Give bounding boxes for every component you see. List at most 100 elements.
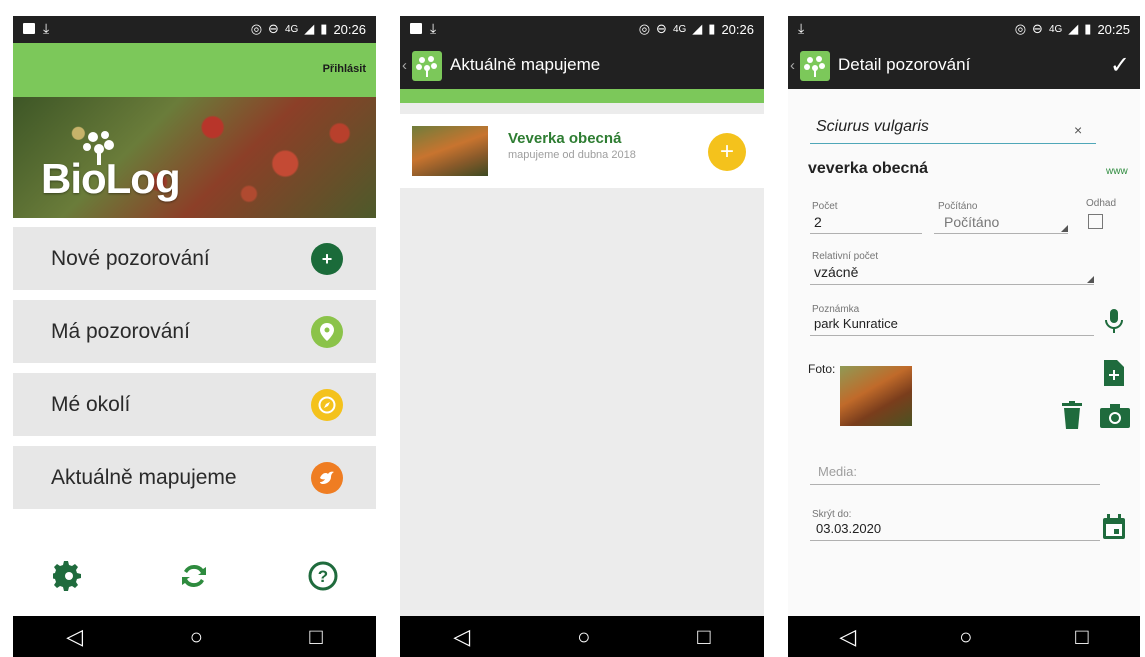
status-bar: ⤓ ◎ ⊖ 4G ◢ ▮ 20:26 [400,16,764,43]
squirrel-photo[interactable] [840,366,912,426]
status-bar: ⤓ ◎ ⊖ 4G ◢ ▮ 20:25 [788,16,1140,43]
microphone-icon[interactable] [1104,308,1124,339]
photo-label: Foto: [808,362,836,376]
compass-icon [311,389,343,421]
sync-icon[interactable] [174,556,214,596]
menu-my-surroundings[interactable]: Mé okolí [13,373,376,436]
battery-icon: ▮ [1084,21,1092,36]
back-icon[interactable]: ◁ [839,625,856,648]
svg-text:?: ? [318,567,328,586]
bottom-actions: ? [13,556,376,596]
battery-icon: ▮ [708,21,716,36]
list-item[interactable]: Veverka obecná mapujeme od dubna 2018 + [400,114,764,188]
logo-text: BioLog [41,155,181,202]
back-chevron-icon[interactable]: ‹ [790,57,795,74]
help-icon[interactable]: ? [303,556,343,596]
squirrel-thumbnail [412,126,488,176]
menu-label: Mé okolí [51,393,131,416]
relative-underline [810,284,1094,285]
signal-icon: ◢ [692,21,703,36]
android-nav-bar: ◁ ○ □ [13,616,376,657]
top-bar: Přihlásit [13,43,376,97]
hide-until-input[interactable]: 03.03.2020 [816,521,881,536]
common-name: veverka obecná [808,160,929,177]
screen-title: Detail pozorování [838,55,971,74]
back-icon[interactable]: ◁ [66,625,83,648]
image-notification-icon [23,22,35,34]
back-icon[interactable]: ◁ [453,625,470,648]
network-type: 4G [284,23,299,35]
menu-label: Má pozorování [51,320,190,343]
clock: 20:26 [721,21,754,37]
media-input[interactable]: Media: [818,464,857,479]
clear-icon[interactable]: × [1074,122,1082,138]
dnd-icon: ⊖ [1032,21,1043,36]
dropdown-arrow-icon [1087,276,1094,283]
screen-currently-mapping: ⤓ ◎ ⊖ 4G ◢ ▮ 20:26 ‹ Aktuálně mapujeme V… [400,16,764,657]
signal-icon: ◢ [304,21,315,36]
note-label: Poznámka [812,304,860,315]
battery-icon: ▮ [320,21,328,36]
biolog-app-icon[interactable] [412,51,442,81]
biolog-app-icon[interactable] [800,51,830,81]
recents-icon[interactable]: □ [1075,625,1088,648]
plus-icon: + [311,243,343,275]
home-icon[interactable]: ○ [190,625,203,648]
recents-icon[interactable]: □ [697,625,710,648]
hero-banner: BioLog [13,97,376,218]
note-input[interactable]: park Kunratice [814,316,898,331]
download-icon: ⤓ [43,20,50,36]
counted-label: Počítáno [938,201,978,212]
screen-home: ⤓ ◎ ⊖ 4G ◢ ▮ 20:26 Přihlásit BioLog Nové… [13,16,376,657]
app-toolbar: ‹ Aktuálně mapujeme [400,43,764,89]
add-file-icon[interactable] [1104,360,1124,391]
android-nav-bar: ◁ ○ □ [400,616,764,657]
network-type: 4G [672,23,687,35]
species-input[interactable]: Sciurus vulgaris [816,118,929,136]
bird-icon [311,462,343,494]
login-button[interactable]: Přihlásit [323,63,366,75]
green-strip [400,89,764,103]
home-icon[interactable]: ○ [959,625,972,648]
species-name: Veverka obecná [508,130,622,147]
clock: 20:25 [1097,21,1130,37]
signal-icon: ◢ [1068,21,1079,36]
image-notification-icon [410,22,422,34]
dropdown-arrow-icon [1061,225,1068,232]
clock: 20:26 [333,21,366,37]
screen-title: Aktuálně mapujeme [450,55,601,74]
count-input[interactable]: 2 [814,214,822,230]
hotspot-icon: ◎ [1014,21,1027,36]
dnd-icon: ⊖ [656,21,667,36]
android-nav-bar: ◁ ○ □ [788,616,1140,657]
counted-select[interactable]: Počítáno [944,214,999,230]
species-subtitle: mapujeme od dubna 2018 [508,149,636,161]
network-type: 4G [1048,23,1063,35]
map-pin-icon [311,316,343,348]
count-underline [810,233,922,234]
menu-currently-mapping[interactable]: Aktuálně mapujeme [13,446,376,509]
download-icon: ⤓ [430,20,437,36]
menu-new-observation[interactable]: Nové pozorování + [13,227,376,290]
back-chevron-icon[interactable]: ‹ [402,57,407,74]
hotspot-icon: ◎ [250,21,263,36]
screen-observation-detail: ⤓ ◎ ⊖ 4G ◢ ▮ 20:25 ‹ Detail pozorování ✓… [788,16,1140,657]
camera-icon[interactable] [1100,404,1130,433]
media-underline [810,484,1100,485]
relative-count-select[interactable]: vzácně [814,264,858,280]
home-icon[interactable]: ○ [577,625,590,648]
menu-label: Nové pozorování [51,247,210,270]
note-underline [810,335,1094,336]
counted-underline [934,233,1068,234]
hide-until-underline [810,540,1100,541]
save-check-icon[interactable]: ✓ [1110,51,1130,80]
count-label: Počet [812,201,838,212]
delete-photo-icon[interactable] [1062,401,1082,434]
recents-icon[interactable]: □ [309,625,322,648]
www-link[interactable]: www [1106,166,1128,177]
menu-my-observations[interactable]: Má pozorování [13,300,376,363]
add-observation-button[interactable]: + [708,133,746,171]
estimate-checkbox[interactable] [1088,214,1103,229]
calendar-icon[interactable] [1102,514,1126,545]
settings-gear-icon[interactable] [49,556,89,596]
